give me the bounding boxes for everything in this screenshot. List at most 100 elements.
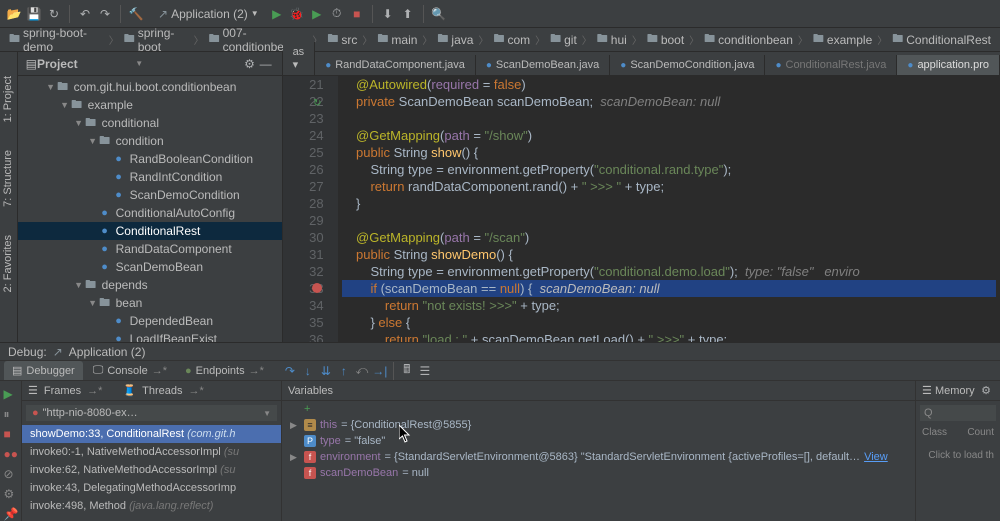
thread-selector[interactable]: ● "http-nio-8080-ex… ▼ [26,405,277,421]
breadcrumb-item[interactable]: 🖿spring-boot-demo [6,25,107,55]
project-settings-icon[interactable]: ⚙ [242,56,258,72]
editor-tabs: as ▾●RandDataComponent.java●ScanDemoBean… [283,52,1000,76]
favorites-tool-tab[interactable]: 2: Favorites [0,231,16,296]
breadcrumb-item[interactable]: 🖿com [490,29,533,50]
editor-tab[interactable]: ●RandDataComponent.java [315,55,476,75]
pause-icon[interactable]: ⏸ [4,407,18,421]
run-config-selector[interactable]: ↗ Application (2) ▼ [152,7,265,21]
endpoints-tab[interactable]: ●Endpoints→* [177,362,272,380]
breadcrumb-item[interactable]: 🖿ConditionalRest [889,29,994,50]
view-bp-icon[interactable]: ●● [4,447,18,461]
step-into-icon[interactable]: ↓ [300,363,316,379]
search-icon[interactable]: 🔍 [431,6,447,22]
hide-icon[interactable]: — [258,56,274,72]
eval-icon[interactable]: 🖩 [399,363,415,379]
run-to-cursor-icon[interactable]: →| [372,363,388,379]
memory-search[interactable]: Q [920,405,996,421]
variable-row[interactable]: f scanDemoBean = null [282,465,915,481]
tree-item[interactable]: ▼🖿example [18,96,282,114]
run-config-label: Application (2) [171,7,248,21]
profile-icon[interactable]: ⏱ [329,6,345,22]
memory-hint: Click to load th [916,440,1000,471]
tree-item[interactable]: ●RandDataComponent [18,240,282,258]
force-step-icon[interactable]: ⇊ [318,363,334,379]
frames-title: Frames [44,385,81,397]
breadcrumb-item[interactable]: 🖿boot [644,29,687,50]
tree-item[interactable]: ▼🖿depends [18,276,282,294]
vcs-icon[interactable]: ⬇ [380,6,396,22]
tree-item[interactable]: ▼🖿conditional [18,114,282,132]
project-tool-tab[interactable]: 1: Project [0,72,16,126]
tree-item[interactable]: ●ScanDemoBean [18,258,282,276]
undo-icon[interactable]: ↶ [77,6,93,22]
debug-icon[interactable]: 🐞 [289,6,305,22]
save-icon[interactable]: 💾 [26,6,42,22]
project-view-dd[interactable]: ▼ [135,59,143,68]
step-out-icon[interactable]: ↑ [336,363,352,379]
editor-tab[interactable]: ●ScanDemoCondition.java [610,55,765,75]
project-tree[interactable]: ▼🖿com.git.hui.boot.conditionbean▼🖿exampl… [18,76,282,342]
breadcrumb-item[interactable]: 🖿hui [594,29,630,50]
stack-frame[interactable]: invoke:62, NativeMethodAccessorImpl (su [22,461,281,479]
stop-icon[interactable]: ■ [349,6,365,22]
stack-frame[interactable]: invoke:43, DelegatingMethodAccessorImp [22,479,281,497]
stop-debug-icon[interactable]: ■ [4,427,18,441]
run-icon[interactable]: ▶ [269,6,285,22]
project-title: Project [37,57,135,71]
variable-row[interactable]: P type = "false" [282,433,915,449]
breadcrumb-item[interactable]: 🖿src [324,29,360,50]
resume-icon[interactable]: ▶ [4,387,18,401]
left-tool-rail: 1: Project 7: Structure 2: Favorites [0,52,18,342]
editor-tab[interactable]: ●ScanDemoBean.java [476,55,610,75]
structure-tool-tab[interactable]: 7: Structure [0,146,16,211]
redo-icon[interactable]: ↷ [97,6,113,22]
tree-item[interactable]: ▼🖿condition [18,132,282,150]
memory-title: Memory [935,385,975,397]
coverage-icon[interactable]: ▶ [309,6,325,22]
editor-body[interactable]: @Autowired(required = false) private Sca… [338,76,1000,342]
trace-icon[interactable]: ☰ [417,363,433,379]
tree-item[interactable]: ●LoadIfBeanExist [18,330,282,342]
vars-title: Variables [288,385,333,397]
tree-item[interactable]: ●RandIntCondition [18,168,282,186]
console-tab[interactable]: 🖵Console→* [85,361,175,380]
memory-settings-icon[interactable]: ⚙ [978,383,994,399]
tree-item[interactable]: ●RandBooleanCondition [18,150,282,168]
stack-frame[interactable]: showDemo:33, ConditionalRest (com.git.h [22,425,281,443]
pin-icon[interactable]: 📌 [4,507,18,521]
editor-gutter[interactable]: 2122↻2324252627282930313233343536373839 [283,76,338,342]
hammer-icon[interactable]: 🔨 [128,6,144,22]
variable-row[interactable]: ▶≡ this = {ConditionalRest@5855} [282,417,915,433]
open-icon[interactable]: 📂 [6,6,22,22]
settings-icon[interactable]: ⚙ [4,487,18,501]
step-over-icon[interactable]: ↷ [282,363,298,379]
breadcrumb-item[interactable]: 🖿java [434,29,476,50]
editor-tab[interactable]: ●ConditionalRest.java [765,55,897,75]
variable-row[interactable]: ▶f environment = {StandardServletEnviron… [282,449,915,465]
debug-panel: Debug: ↗ Application (2) ▤Debugger 🖵Cons… [0,342,1000,521]
refresh-icon[interactable]: ↻ [46,6,62,22]
breadcrumb-item[interactable]: 🖿conditionbean [701,29,796,50]
breadcrumb-item[interactable]: 🖿main [374,29,420,50]
tree-item[interactable]: ▼🖿bean [18,294,282,312]
tree-item[interactable]: ●DependedBean [18,312,282,330]
editor-tab[interactable]: as ▾ [283,42,316,75]
mute-bp-icon[interactable]: ⊘ [4,467,18,481]
tree-item[interactable]: ●ConditionalRest [18,222,282,240]
tree-item[interactable]: ●ScanDemoCondition [18,186,282,204]
drop-frame-icon[interactable]: ⤺ [354,363,370,379]
variables-panel: Variables +▶≡ this = {ConditionalRest@58… [282,381,915,521]
debugger-tab[interactable]: ▤Debugger [4,361,83,380]
vcs-up-icon[interactable]: ⬆ [400,6,416,22]
breadcrumb-item[interactable]: 🖿git [547,29,580,50]
stack-frame[interactable]: invoke0:-1, NativeMethodAccessorImpl (su [22,443,281,461]
frames-list[interactable]: showDemo:33, ConditionalRest (com.git.hi… [22,425,281,515]
tree-item[interactable]: ▼🖿com.git.hui.boot.conditionbean [18,78,282,96]
stack-frame[interactable]: invoke:498, Method (java.lang.reflect) [22,497,281,515]
debug-title: Debug: [8,345,47,359]
editor-tab[interactable]: ●application.pro [897,55,1000,75]
breadcrumb-item[interactable]: 🖿example [810,29,875,50]
breadcrumb-item[interactable]: 🖿spring-boot [121,25,192,55]
tree-item[interactable]: ●ConditionalAutoConfig [18,204,282,222]
variables-list[interactable]: +▶≡ this = {ConditionalRest@5855}P type … [282,401,915,481]
